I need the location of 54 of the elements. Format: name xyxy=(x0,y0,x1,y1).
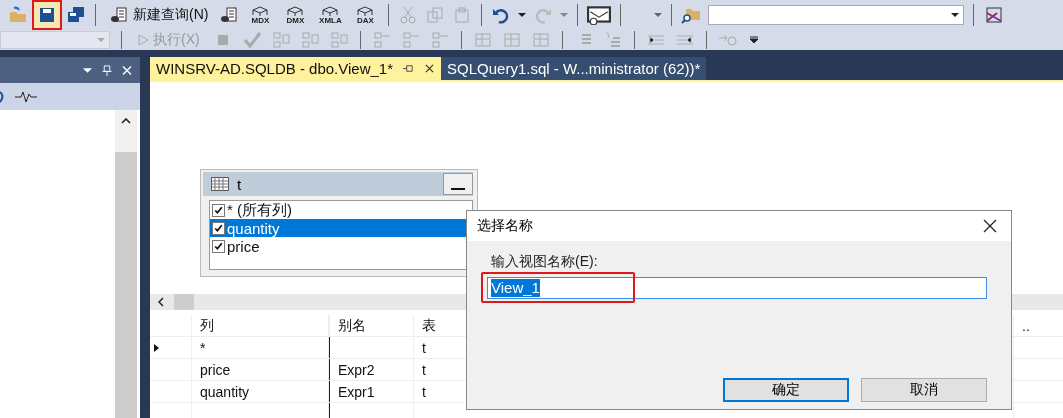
table-cell: price xyxy=(192,359,329,380)
column-header: .. xyxy=(1021,316,1031,336)
document-tab[interactable]: WINSRV-AD.SQLDB - dbo.View_1* xyxy=(150,57,442,80)
query-type-button[interactable]: DAX xyxy=(351,5,380,25)
field-label: 输入视图名称(E): xyxy=(491,253,598,271)
document-tab[interactable]: SQLQuery1.sql - W...ministrator (62))* xyxy=(441,57,707,80)
cancel-button[interactable]: 取消 xyxy=(861,378,987,402)
table-cell: * xyxy=(192,337,329,358)
close-icon[interactable] xyxy=(983,219,997,233)
search-combo-box[interactable] xyxy=(708,5,965,25)
cube-icon xyxy=(355,5,376,16)
cut-icon[interactable] xyxy=(398,5,419,25)
column-header: 列 xyxy=(192,315,329,336)
document-icon xyxy=(109,5,129,25)
table-cell: Expr1 xyxy=(329,381,414,402)
save-icon[interactable] xyxy=(32,0,62,30)
column-header: 别名 xyxy=(329,315,414,336)
overflow-icon[interactable] xyxy=(748,36,759,44)
activity-icon[interactable] xyxy=(15,90,37,103)
minimize-button[interactable] xyxy=(443,173,473,195)
close-icon[interactable] xyxy=(424,64,436,73)
query-type-button[interactable]: DMX xyxy=(281,5,310,25)
checkbox[interactable] xyxy=(212,221,225,235)
pin-icon[interactable] xyxy=(102,64,112,76)
table-cell: quantity xyxy=(192,381,329,402)
current-row-icon xyxy=(154,343,159,352)
query-icon[interactable] xyxy=(219,5,240,25)
ok-button[interactable]: 确定 xyxy=(723,378,849,402)
caret-icon[interactable] xyxy=(518,13,527,17)
new-query-button[interactable]: 新建查询(N) xyxy=(105,5,213,25)
cube-icon xyxy=(320,5,341,16)
diagram-icon[interactable] xyxy=(983,5,1004,25)
check-icon[interactable] xyxy=(241,30,262,50)
scroll-up-icon[interactable] xyxy=(121,118,131,124)
open-folder-icon[interactable] xyxy=(8,5,28,25)
dialog-title: 选择名称 xyxy=(477,217,533,235)
checkbox[interactable] xyxy=(212,239,225,253)
caret-icon[interactable] xyxy=(83,67,92,73)
query-type-button[interactable]: MDX xyxy=(246,5,275,25)
column-item[interactable]: * (所有列) xyxy=(210,201,472,219)
cube-icon xyxy=(285,5,306,16)
scrollbar-thumb[interactable] xyxy=(174,294,194,310)
table-cell: Expr2 xyxy=(329,359,414,380)
table-name: t xyxy=(237,175,242,193)
save-all-icon[interactable] xyxy=(66,5,86,25)
scroll-left-icon[interactable] xyxy=(158,297,164,307)
view-name-field[interactable]: View_1 xyxy=(487,277,987,299)
query-type-button[interactable]: XMLA xyxy=(316,5,345,25)
table-icon xyxy=(211,177,229,191)
checkbox[interactable] xyxy=(212,203,225,217)
cube-icon xyxy=(250,5,271,16)
play-icon xyxy=(137,34,149,46)
column-item[interactable]: price xyxy=(210,237,472,255)
pin-icon[interactable] xyxy=(403,64,415,73)
